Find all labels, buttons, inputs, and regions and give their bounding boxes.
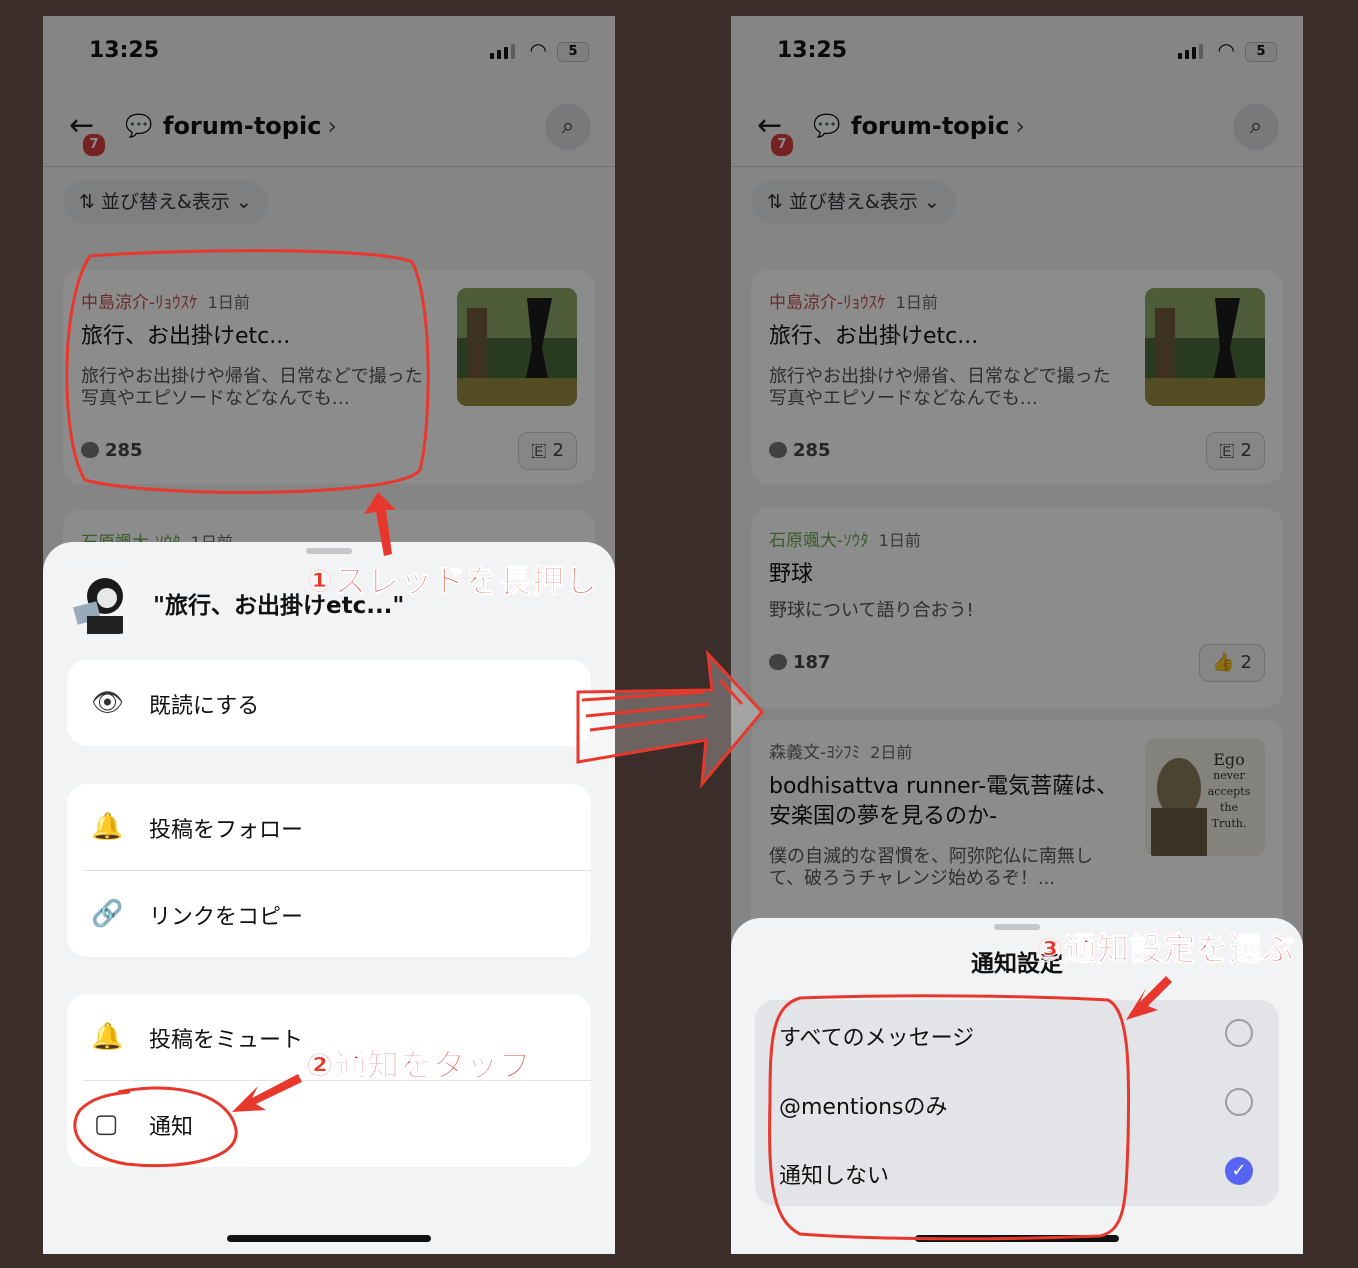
notification-label: 通知: [149, 1115, 194, 1140]
sheet-grabber[interactable]: [994, 924, 1040, 930]
option-label: @mentionsのみ: [779, 1095, 948, 1120]
annotation-step3: ③通知設定を選ぶ: [1035, 930, 1296, 969]
home-indicator: [227, 1235, 431, 1242]
mute-post-label: 投稿をミュート: [149, 1028, 304, 1053]
notification-options: すべてのメッセージ @mentionsのみ 通知しない ✓: [755, 1000, 1279, 1206]
right-phone-screen: 13:25 ◠ 5 ← 7 💬 forum-topic › ⌕ ⇅ 並び替え&表示…: [731, 16, 1303, 1254]
radio-unselected[interactable]: [1225, 1088, 1253, 1116]
follow-post-item[interactable]: 🔔 投稿をフォロー: [67, 784, 591, 870]
follow-post-label: 投稿をフォロー: [149, 818, 304, 843]
option-nothing[interactable]: 通知しない ✓: [755, 1138, 1279, 1206]
menu-group-actions: 🔔 投稿をフォロー 🔗 リンクをコピー: [67, 784, 591, 957]
annotation-step2: ②通知をタップ: [305, 1046, 533, 1085]
thread-context-menu: "旅行、お出掛けetc..." 👁 既読にする 🔔 投稿をフォロー 🔗 リンクを…: [43, 542, 615, 1254]
menu-group-read: 👁 既読にする: [67, 660, 591, 746]
sheet-grabber[interactable]: [306, 548, 352, 554]
mark-read-label: 既読にする: [149, 694, 260, 719]
notification-square-icon: ▢: [93, 1109, 119, 1139]
option-label: 通知しない: [779, 1164, 890, 1189]
link-icon: 🔗: [91, 899, 124, 929]
copy-link-item[interactable]: 🔗 リンクをコピー: [67, 871, 591, 957]
option-label: すべてのメッセージ: [779, 1026, 975, 1051]
notification-item[interactable]: ▢ 通知: [67, 1081, 591, 1167]
radio-unselected[interactable]: [1225, 1019, 1253, 1047]
eye-icon: 👁: [91, 688, 125, 718]
home-indicator: [915, 1235, 1119, 1242]
option-all-messages[interactable]: すべてのメッセージ: [755, 1000, 1279, 1068]
avatar: [67, 566, 135, 634]
bell-plus-icon: 🔔: [91, 812, 124, 842]
check-icon[interactable]: ✓: [1225, 1157, 1253, 1185]
bell-icon: 🔔: [91, 1022, 124, 1052]
copy-link-label: リンクをコピー: [149, 905, 304, 930]
mark-read-item[interactable]: 👁 既読にする: [67, 660, 591, 746]
annotation-step1: ①スレッドを長押し: [305, 562, 599, 601]
option-mentions-only[interactable]: @mentionsのみ: [755, 1069, 1279, 1137]
